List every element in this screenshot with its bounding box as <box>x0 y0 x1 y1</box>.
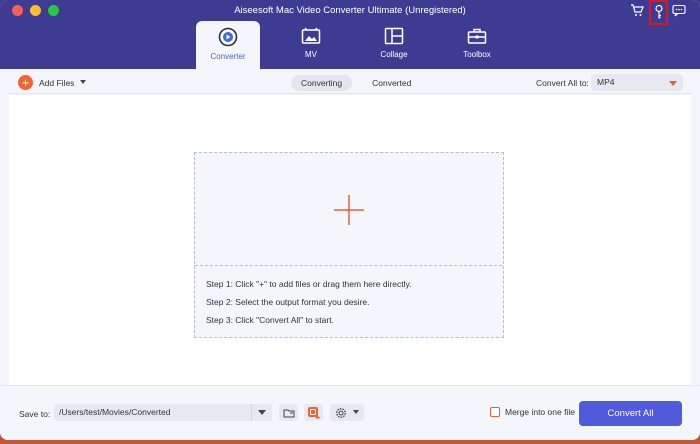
mv-icon <box>301 27 321 44</box>
window-title: Aiseesoft Mac Video Converter Ultimate (… <box>234 5 466 16</box>
converter-toolbar: + Add Files Converting Converted Convert… <box>9 71 691 94</box>
tab-label: Toolbox <box>463 50 491 59</box>
tab-label: Collage <box>380 50 408 59</box>
cart-icon[interactable] <box>628 2 646 19</box>
tab-collage[interactable]: Collage <box>362 21 426 69</box>
bottom-bar: Save to: /Users/test/Movies/Converted Me… <box>0 385 700 440</box>
convert-all-to-label: Convert All to: <box>536 78 589 88</box>
segment-converting[interactable]: Converting <box>291 75 353 91</box>
hardware-acceleration-button[interactable] <box>304 404 323 421</box>
add-file-plus-button[interactable] <box>195 153 502 266</box>
collage-icon <box>384 27 404 45</box>
status-segmented-control: Converting Converted <box>291 75 421 91</box>
convert-all-button[interactable]: Convert All <box>579 401 682 426</box>
chat-icon[interactable] <box>670 2 688 19</box>
app-window: Aiseesoft Mac Video Converter Ultimate (… <box>0 0 700 440</box>
format-value: MP4 <box>597 77 615 87</box>
tab-converter[interactable]: Converter <box>196 21 260 69</box>
drop-zone[interactable]: Step 1: Click "+" to add files or drag t… <box>194 152 504 338</box>
converter-icon <box>218 27 238 47</box>
folder-icon <box>283 409 294 417</box>
save-to-label: Save to: <box>19 409 51 419</box>
plus-icon <box>333 194 364 225</box>
merge-checkbox[interactable]: Merge into one file <box>490 407 575 417</box>
plus-icon: + <box>18 75 33 90</box>
tab-mv[interactable]: MV <box>279 21 343 69</box>
add-files-dropdown-icon[interactable] <box>80 80 86 84</box>
main-tabs: Converter MV Collage Toolbox <box>196 21 528 69</box>
merge-label: Merge into one file <box>505 407 575 417</box>
open-folder-button[interactable] <box>279 404 298 421</box>
tab-toolbox[interactable]: Toolbox <box>445 21 509 69</box>
segment-converted[interactable]: Converted <box>362 75 421 91</box>
chevron-down-icon <box>669 81 677 86</box>
settings-dropdown-button[interactable] <box>330 404 364 421</box>
toolbox-icon <box>467 28 487 44</box>
gear-icon <box>336 407 346 418</box>
tab-label: Converter <box>210 52 246 61</box>
chevron-down-icon <box>353 410 359 414</box>
step-1-text: Step 1: Click "+" to add files or drag t… <box>206 279 412 289</box>
save-path-value: /Users/test/Movies/Converted <box>59 407 171 417</box>
save-path-field[interactable]: /Users/test/Movies/Converted <box>54 404 272 421</box>
divider <box>195 265 502 266</box>
instructions: Step 1: Click "+" to add files or drag t… <box>206 279 412 333</box>
app-header: Aiseesoft Mac Video Converter Ultimate (… <box>0 0 700 69</box>
step-3-text: Step 3: Click "Convert All" to start. <box>206 315 334 325</box>
key-icon[interactable] <box>649 0 668 25</box>
checkbox-box[interactable] <box>490 407 500 417</box>
hardware-acceleration-icon <box>308 407 320 419</box>
add-files-button[interactable]: + Add Files <box>18 75 74 90</box>
output-format-select[interactable]: MP4 <box>591 74 683 91</box>
path-dropdown-icon[interactable] <box>251 404 272 421</box>
add-files-label: Add Files <box>39 77 75 88</box>
tab-label: MV <box>305 50 317 59</box>
step-2-text: Step 2: Select the output format you des… <box>206 297 370 307</box>
